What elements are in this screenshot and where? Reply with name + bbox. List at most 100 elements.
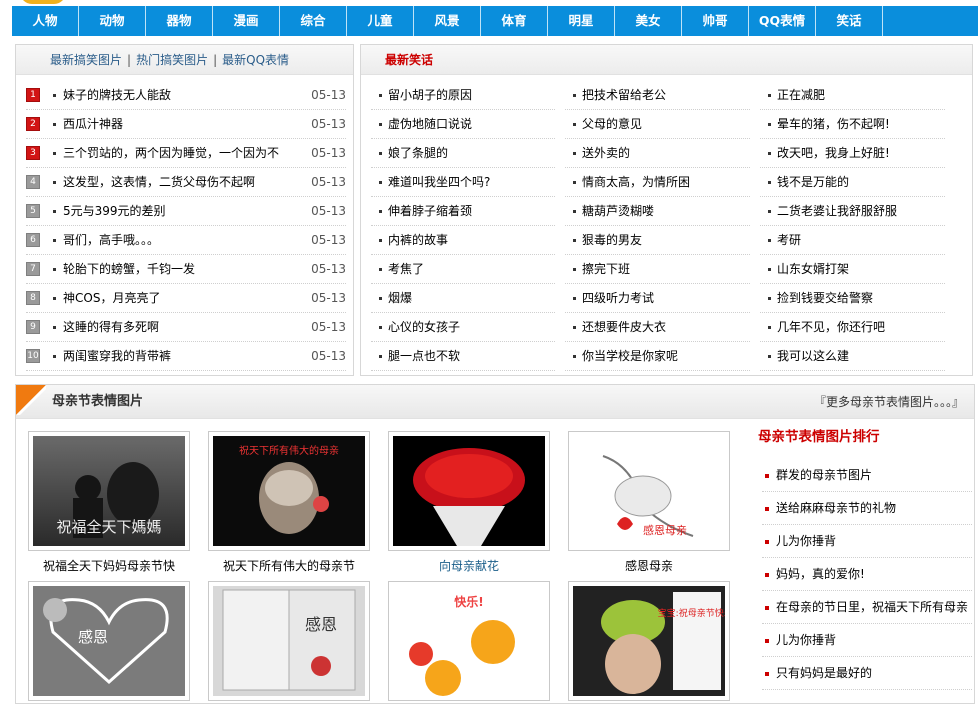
- joke-item[interactable]: 父母的意见: [565, 110, 750, 139]
- item-title-link[interactable]: 这睡的得有多死啊: [63, 313, 159, 342]
- gallery-card[interactable]: 感恩母亲: [568, 431, 730, 551]
- nav-item-animals[interactable]: 动物: [79, 6, 146, 36]
- site-logo[interactable]: [20, 0, 66, 4]
- joke-link[interactable]: 父母的意见: [582, 117, 642, 131]
- tab-latest-funny[interactable]: 最新搞笑图片: [50, 53, 122, 67]
- nav-item-beauty[interactable]: 美女: [615, 6, 682, 36]
- joke-item[interactable]: 心仪的女孩子: [371, 313, 555, 342]
- gallery-card[interactable]: 快乐!: [388, 581, 550, 701]
- ranking-item[interactable]: 在母亲的节日里，祝福天下所有母亲: [762, 591, 972, 624]
- nav-item-objects[interactable]: 器物: [146, 6, 213, 36]
- joke-link[interactable]: 捡到钱要交给警察: [777, 291, 873, 305]
- item-title-link[interactable]: 三个罚站的，两个因为睡觉，一个因为不: [63, 139, 279, 168]
- gallery-image[interactable]: 感恩: [213, 586, 365, 696]
- ranking-link[interactable]: 儿为你捶背: [776, 633, 836, 647]
- nav-item-comics[interactable]: 漫画: [213, 6, 280, 36]
- joke-link[interactable]: 伸着脖子缩着颈: [388, 204, 472, 218]
- joke-link[interactable]: 晕车的猪，伤不起啊!: [777, 117, 890, 131]
- joke-link[interactable]: 你当学校是你家呢: [582, 349, 678, 363]
- gallery-image[interactable]: 快乐!: [393, 586, 545, 696]
- joke-item[interactable]: 你当学校是你家呢: [565, 342, 750, 371]
- item-title-link[interactable]: 这发型，这表情，二货父母伤不起啊: [63, 168, 255, 197]
- ranking-item[interactable]: 儿为你捶背: [762, 624, 972, 657]
- nav-item-stars[interactable]: 明星: [548, 6, 615, 36]
- joke-link[interactable]: 钱不是万能的: [777, 175, 849, 189]
- list-item[interactable]: 10 两闺蜜穿我的背带裤 05-13: [26, 342, 346, 371]
- joke-link[interactable]: 考焦了: [388, 262, 424, 276]
- joke-link[interactable]: 烟爆: [388, 291, 412, 305]
- joke-item[interactable]: 擦完下班: [565, 255, 750, 284]
- ranking-item[interactable]: 只有妈妈是最好的: [762, 657, 972, 690]
- joke-item[interactable]: 我可以这么建: [760, 342, 945, 371]
- nav-item-scenery[interactable]: 风景: [414, 6, 481, 36]
- joke-link[interactable]: 山东女婿打架: [777, 262, 849, 276]
- list-item[interactable]: 4 这发型，这表情，二货父母伤不起啊 05-13: [26, 168, 346, 197]
- joke-item[interactable]: 送外卖的: [565, 139, 750, 168]
- ranking-item[interactable]: 儿为你捶背: [762, 525, 972, 558]
- joke-link[interactable]: 难道叫我坐四个吗?: [388, 175, 490, 189]
- joke-item[interactable]: 把技术留给老公: [565, 81, 750, 110]
- joke-link[interactable]: 擦完下班: [582, 262, 630, 276]
- joke-link[interactable]: 改天吧，我身上好脏!: [777, 146, 890, 160]
- joke-item[interactable]: 烟爆: [371, 284, 555, 313]
- nav-item-general[interactable]: 综合: [280, 6, 347, 36]
- joke-item[interactable]: 考焦了: [371, 255, 555, 284]
- item-title-link[interactable]: 哥们，高手哦。。。: [63, 226, 159, 255]
- joke-link[interactable]: 四级听力考试: [582, 291, 654, 305]
- item-title-link[interactable]: 妹子的牌技无人能敌: [63, 81, 171, 110]
- item-title-link[interactable]: 5元与399元的差别: [63, 197, 166, 226]
- joke-link[interactable]: 二货老婆让我舒服舒服: [777, 204, 897, 218]
- joke-item[interactable]: 娘了条腿的: [371, 139, 555, 168]
- joke-link[interactable]: 内裤的故事: [388, 233, 448, 247]
- item-title-link[interactable]: 两闺蜜穿我的背带裤: [63, 342, 171, 371]
- joke-link[interactable]: 糖葫芦烫糊喽: [582, 204, 654, 218]
- joke-link[interactable]: 还想要件皮大衣: [582, 320, 666, 334]
- joke-link[interactable]: 心仪的女孩子: [388, 320, 460, 334]
- joke-item[interactable]: 二货老婆让我舒服舒服: [760, 197, 945, 226]
- joke-link[interactable]: 娘了条腿的: [388, 146, 448, 160]
- gallery-image[interactable]: [393, 436, 545, 546]
- joke-item[interactable]: 几年不见，你还行吧: [760, 313, 945, 342]
- ranking-link[interactable]: 只有妈妈是最好的: [776, 666, 872, 680]
- list-item[interactable]: 7 轮胎下的螃蟹，千钧一发 05-13: [26, 255, 346, 284]
- gallery-caption[interactable]: 感恩母亲: [568, 557, 730, 574]
- item-title-link[interactable]: 西瓜汁神器: [63, 110, 123, 139]
- list-item[interactable]: 1 妹子的牌技无人能敌 05-13: [26, 81, 346, 110]
- gallery-card[interactable]: 祝天下所有伟大的母亲: [208, 431, 370, 551]
- gallery-image[interactable]: 祝福全天下媽媽: [33, 436, 185, 546]
- nav-item-sports[interactable]: 体育: [481, 6, 548, 36]
- joke-link[interactable]: 狠毒的男友: [582, 233, 642, 247]
- nav-item-qq-emoji[interactable]: QQ表情: [749, 6, 816, 36]
- joke-item[interactable]: 捡到钱要交给警察: [760, 284, 945, 313]
- joke-item[interactable]: 虚伪地随口说说: [371, 110, 555, 139]
- nav-item-kids[interactable]: 儿童: [347, 6, 414, 36]
- joke-item[interactable]: 山东女婿打架: [760, 255, 945, 284]
- joke-link[interactable]: 考研: [777, 233, 801, 247]
- joke-link[interactable]: 把技术留给老公: [582, 88, 666, 102]
- joke-item[interactable]: 狠毒的男友: [565, 226, 750, 255]
- joke-item[interactable]: 腿一点也不软: [371, 342, 555, 371]
- nav-item-jokes[interactable]: 笑话: [816, 6, 883, 36]
- joke-item[interactable]: 还想要件皮大衣: [565, 313, 750, 342]
- gallery-caption[interactable]: 祝福全天下妈妈母亲节快: [28, 557, 190, 574]
- joke-link[interactable]: 正在减肥: [777, 88, 825, 102]
- tab-hot-funny[interactable]: 热门搞笑图片: [136, 53, 208, 67]
- joke-link[interactable]: 情商太高，为情所困: [582, 175, 690, 189]
- item-title-link[interactable]: 神COS，月亮亮了: [63, 284, 160, 313]
- joke-item[interactable]: 改天吧，我身上好脏!: [760, 139, 945, 168]
- joke-item[interactable]: 糖葫芦烫糊喽: [565, 197, 750, 226]
- joke-link[interactable]: 几年不见，你还行吧: [777, 320, 885, 334]
- ranking-link[interactable]: 送给麻麻母亲节的礼物: [776, 501, 896, 515]
- joke-item[interactable]: 伸着脖子缩着颈: [371, 197, 555, 226]
- gallery-card[interactable]: 感恩: [28, 581, 190, 701]
- ranking-link[interactable]: 儿为你捶背: [776, 534, 836, 548]
- joke-item[interactable]: 晕车的猪，伤不起啊!: [760, 110, 945, 139]
- gallery-card[interactable]: 祝福全天下媽媽: [28, 431, 190, 551]
- gallery-card[interactable]: 感恩: [208, 581, 370, 701]
- joke-item[interactable]: 难道叫我坐四个吗?: [371, 168, 555, 197]
- panel-title[interactable]: 最新笑话: [385, 53, 433, 67]
- list-item[interactable]: 5 5元与399元的差别 05-13: [26, 197, 346, 226]
- joke-item[interactable]: 内裤的故事: [371, 226, 555, 255]
- gallery-card[interactable]: 宝宝:祝母亲节快乐!: [568, 581, 730, 701]
- nav-item-handsome[interactable]: 帅哥: [682, 6, 749, 36]
